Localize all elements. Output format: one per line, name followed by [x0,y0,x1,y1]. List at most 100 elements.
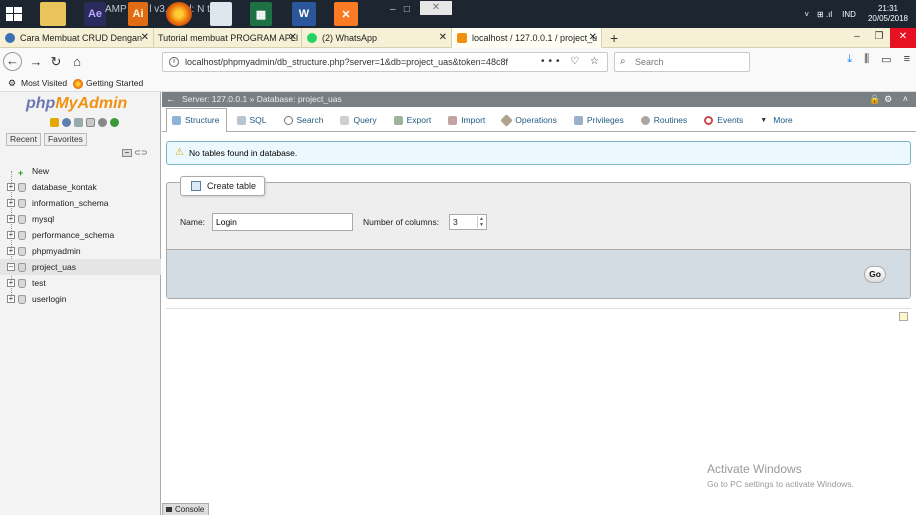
favorites-tab[interactable]: Favorites [43,133,87,146]
gear-icon[interactable] [98,118,107,127]
illustrator-icon[interactable]: Ai [128,2,148,26]
columns-stepper[interactable]: 3 ▲ ▼ [449,214,487,230]
tab-routines[interactable]: Routines [635,108,695,131]
expand-icon[interactable]: + [7,199,15,207]
address-bar[interactable]: i localhost/phpmyadmin/db_structure.php?… [162,52,608,72]
folder-icon[interactable] [40,2,66,26]
new-database-item[interactable]: + New [0,163,161,179]
expand-icon[interactable]: + [7,247,15,255]
recent-tab[interactable]: Recent [6,133,41,146]
expand-icon[interactable]: + [7,183,15,191]
tab-export[interactable]: Export [388,108,439,131]
browser-tab[interactable]: Cara Membuat CRUD Dengan ✕ [0,28,154,48]
breadcrumb-server[interactable]: Server: 127.0.0.1 [182,94,247,104]
after-effects-icon[interactable]: Ae [84,2,106,26]
expand-icon[interactable]: + [7,215,15,223]
reload-navigation-icon[interactable] [110,118,119,127]
tab-label: Query [353,115,377,125]
close-tab-icon[interactable]: ✕ [439,28,447,48]
breadcrumb-database[interactable]: Database: project_uas [257,94,342,104]
browser-tab-bar: Cara Membuat CRUD Dengan ✕ Tutorial memb… [0,28,916,48]
url-actions[interactable]: ••• ♡ ☆ [537,53,603,71]
collapse-icon[interactable]: – [7,263,15,271]
phpmyadmin-logo[interactable]: phpMyAdmin [26,95,127,113]
firefox-icon[interactable] [166,2,192,26]
close-tab-icon[interactable]: ✕ [589,28,597,47]
go-button[interactable]: Go [864,266,886,283]
tab-search[interactable]: Search [278,108,331,131]
restore-window-icon[interactable]: ❐ [868,28,890,48]
forward-button[interactable]: → [27,53,45,71]
info-icon[interactable]: i [169,57,179,67]
close-icon[interactable]: ✕ [420,1,452,15]
download-icon[interactable]: ⤓ [847,53,852,66]
database-item[interactable]: + phpmyadmin [0,243,161,259]
database-item[interactable]: + userlogin [0,291,161,307]
tab-label: Export [406,115,432,125]
back-button[interactable]: ← [3,52,22,71]
database-item[interactable]: + database_kontak [0,179,161,195]
gear-icon: ⚙ [8,78,17,88]
browser-tab-active[interactable]: localhost / 127.0.0.1 / project_u ✕ [452,28,602,48]
xampp-icon[interactable]: ✕ [334,2,358,26]
word-icon[interactable]: W [292,2,316,26]
menu-icon[interactable]: ≡ [904,53,910,66]
collapse-all-button[interactable]: – ⊂⊃ [122,148,148,157]
docs-icon[interactable] [74,118,83,127]
notice-message: ⚠ No tables found in database. [166,141,911,165]
console-button[interactable]: Console [162,503,210,515]
routines-icon [640,116,650,125]
database-item[interactable]: + information_schema [0,195,161,211]
chevron-up-icon[interactable]: ˅ [804,10,809,19]
arrow-left-icon[interactable]: ← [166,92,175,107]
bookmark-most-visited[interactable]: ⚙ Most Visited [8,76,67,91]
expand-icon[interactable]: + [7,279,15,287]
tab-query[interactable]: Query [334,108,383,131]
database-tabs: Structure SQL Search Query Export Import… [162,108,916,132]
home-button[interactable]: ⌂ [68,53,86,71]
database-item[interactable]: + test [0,275,161,291]
library-icon[interactable]: ⫼ [864,53,869,66]
database-item-selected[interactable]: – project_uas [0,259,161,275]
sidebar-icon[interactable]: ▭ [881,53,891,66]
table-name-input[interactable] [212,213,353,231]
reload-button[interactable]: ↻ [47,53,65,71]
tab-label: Operations [515,115,557,125]
bookmark-getting-started[interactable]: Getting Started [73,76,143,91]
logout-icon[interactable] [62,118,71,127]
tab-operations[interactable]: Operations [496,108,564,131]
search-input[interactable]: ⌕ Search [614,52,750,72]
database-item[interactable]: + performance_schema [0,227,161,243]
window-controls: – ❐ ✕ [846,28,916,48]
network-icon[interactable]: ⊞ .ıl [817,10,832,19]
language-indicator[interactable]: IND [842,10,856,19]
close-tab-icon[interactable]: ✕ [289,28,297,48]
minimize-window-icon[interactable]: – [846,28,868,48]
window-icon[interactable] [210,2,232,26]
new-tab-button[interactable]: + [610,28,618,48]
tab-sql[interactable]: SQL [231,108,274,131]
tab-import[interactable]: Import [442,108,492,131]
home-icon[interactable] [50,118,59,127]
warning-icon: ⚠ [175,147,184,158]
panel-settings-icons[interactable]: 🔒⚙︎ ˄ [869,92,912,107]
tab-structure[interactable]: Structure [166,108,227,132]
excel-icon[interactable]: ▦ [250,2,272,26]
tab-label: Privileges [586,115,624,125]
close-tab-icon[interactable]: ✕ [141,28,149,48]
browser-tab[interactable]: Tutorial membuat PROGRAM APLI ✕ [154,28,302,48]
spinner-icon[interactable]: ▲ ▼ [477,216,485,228]
page-settings-icon[interactable] [899,312,908,321]
tab-privileges[interactable]: Privileges [568,108,631,131]
database-item[interactable]: + mysql [0,211,161,227]
close-window-icon[interactable]: ✕ [890,28,916,48]
clock[interactable]: 21:31 20/05/2018 [868,4,908,24]
minimize-icon[interactable]: – □ [390,4,410,15]
tab-events[interactable]: Events [698,108,750,131]
windows-start-icon[interactable] [6,7,22,21]
sql-docs-icon[interactable] [86,118,95,127]
tab-more[interactable]: ▼ More [754,108,799,131]
expand-icon[interactable]: + [7,231,15,239]
browser-tab[interactable]: (2) WhatsApp ✕ [302,28,452,48]
expand-icon[interactable]: + [7,295,15,303]
